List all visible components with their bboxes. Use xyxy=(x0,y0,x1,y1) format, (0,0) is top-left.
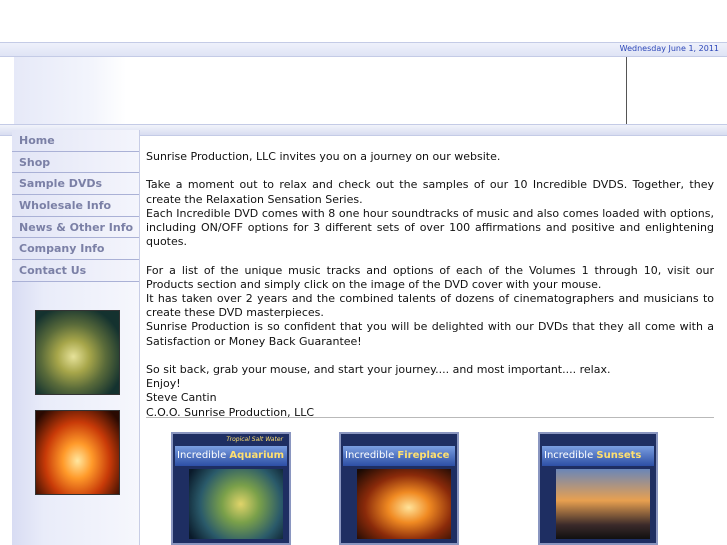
intro-paragraph: Sunrise Production, LLC invites you on a… xyxy=(146,150,501,163)
guarantee-paragraph: Sunrise Production is so confident that … xyxy=(146,320,714,348)
relax-paragraph: Take a moment out to relax and check out… xyxy=(146,178,714,206)
dvd-title: Incredible Fireplace xyxy=(343,446,455,466)
header-divider xyxy=(626,57,627,124)
content-divider xyxy=(146,417,714,418)
signature-name: Steve Cantin xyxy=(146,391,217,405)
current-date: Wednesday June 1, 2011 xyxy=(619,44,719,53)
dvd-title: Incredible Aquarium xyxy=(175,446,287,466)
dvd-artwork-image xyxy=(189,469,283,539)
aquarium-thumbnail-image[interactable] xyxy=(35,310,120,395)
dvd-title: Incredible Sunsets xyxy=(542,446,654,466)
nav-home[interactable]: Home xyxy=(12,130,139,152)
dvd-cover-fireplace[interactable]: Incredible Fireplace xyxy=(339,432,459,545)
nav-company-info[interactable]: Company Info xyxy=(12,238,139,261)
dvd-artwork-image xyxy=(556,469,650,539)
soundtracks-paragraph: Each Incredible DVD comes with 8 one hou… xyxy=(146,206,714,249)
nav-shop[interactable]: Shop xyxy=(12,151,139,174)
nav-wholesale-info[interactable]: Wholesale Info xyxy=(12,195,139,217)
nav-news-other-info[interactable]: News & Other Info xyxy=(12,216,139,239)
nav-sample-dvds[interactable]: Sample DVDs xyxy=(12,173,139,196)
nav-contact-us[interactable]: Contact Us xyxy=(12,260,139,282)
header-decoration xyxy=(14,57,126,124)
site-header xyxy=(0,57,727,124)
products-paragraph: For a list of the unique music tracks an… xyxy=(146,263,714,291)
date-bar: Wednesday June 1, 2011 xyxy=(0,42,727,57)
sidebar: Home Shop Sample DVDs Wholesale Info New… xyxy=(12,130,140,545)
fireplace-thumbnail-image[interactable] xyxy=(35,410,120,495)
dvd-cover-sunsets[interactable]: Incredible Sunsets xyxy=(538,432,658,545)
closing-paragraph: So sit back, grab your mouse, and start … xyxy=(146,363,611,376)
dvd-artwork-image xyxy=(357,469,451,539)
dvd-cover-aquarium[interactable]: Tropical Salt Water Incredible Aquarium xyxy=(171,432,291,545)
welcome-text: Sunrise Production, LLC invites you on a… xyxy=(146,150,714,420)
enjoy-text: Enjoy! xyxy=(146,377,181,391)
dvd-tagline: Tropical Salt Water xyxy=(226,436,283,443)
talents-paragraph: It has taken over 2 years and the combin… xyxy=(146,292,714,320)
main-nav: Home Shop Sample DVDs Wholesale Info New… xyxy=(12,130,139,282)
